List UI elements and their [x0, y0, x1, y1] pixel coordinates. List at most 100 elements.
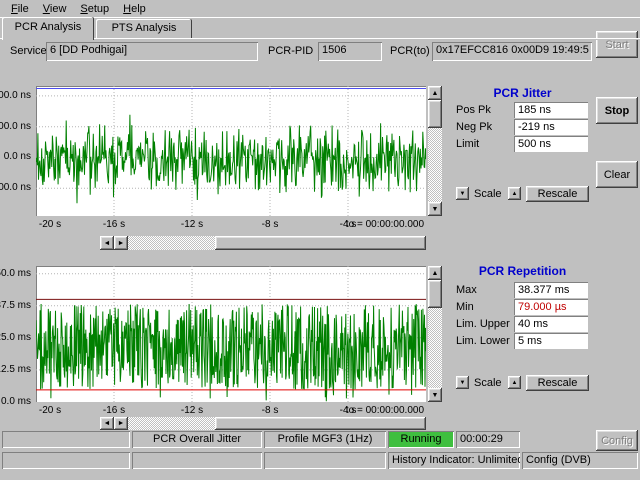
pcr-repetition-chart[interactable]: [36, 266, 426, 402]
x-axis-reference-time: to = 00:00:00.000: [346, 405, 424, 416]
menu-help[interactable]: Help: [116, 2, 153, 16]
max-row: Max 38.377 ms: [452, 282, 593, 298]
down-arrow-icon: ▼: [432, 206, 439, 213]
right-arrow-icon: ►: [118, 420, 125, 427]
repetition-y-axis-labels: 50.0 ms37.5 ms25.0 ms12.5 ms0.0 ms: [0, 266, 34, 402]
pos-pk-label: Pos Pk: [456, 104, 491, 116]
scrollbar-thumb[interactable]: [215, 417, 426, 430]
status-cell-empty: [2, 431, 130, 448]
footer-cell-empty: [132, 452, 262, 469]
x-axis-reference-time: to = 00:00:00.000: [346, 219, 424, 230]
x-tick-label: -12 s: [175, 405, 209, 416]
y-tick-label: -100.0 ns: [0, 182, 31, 194]
scroll-down-button[interactable]: ▼: [428, 388, 442, 402]
status-running-badge: Running: [388, 431, 454, 448]
tab-panel-edge: [0, 38, 640, 40]
scale-increase-button[interactable]: ▲: [508, 187, 521, 200]
pos-pk-row: Pos Pk 185 ns: [452, 102, 593, 118]
min-label: Min: [456, 301, 474, 313]
max-label: Max: [456, 284, 477, 296]
footer-cell-empty: [264, 452, 386, 469]
x-tick-label: -20 s: [33, 405, 67, 416]
menu-bar: File View Setup Help: [0, 0, 640, 18]
scroll-right-button[interactable]: ►: [114, 236, 128, 250]
scrollbar-thumb[interactable]: [215, 236, 426, 250]
scale-increase-button[interactable]: ▲: [508, 376, 521, 389]
min-value: 79.000 µs: [514, 299, 588, 315]
stop-button[interactable]: Stop: [596, 97, 638, 124]
scale-decrease-button[interactable]: ▼: [456, 376, 469, 389]
x-tick-label: -12 s: [175, 219, 209, 230]
limit-label: Limit: [456, 138, 479, 150]
pcr-jitter-chart[interactable]: [36, 86, 426, 216]
start-button[interactable]: Start: [596, 31, 638, 58]
neg-pk-value: -219 ns: [514, 119, 588, 135]
jitter-vertical-scrollbar[interactable]: ▲ ▼: [428, 86, 442, 216]
x-tick-label: -16 s: [97, 405, 131, 416]
pcr-jitter-panel: PCR Jitter Pos Pk 185 ns Neg Pk -219 ns …: [452, 84, 593, 256]
pcr-repetition-panel-title: PCR Repetition: [452, 264, 593, 278]
max-value: 38.377 ms: [514, 282, 588, 298]
y-tick-label: 200.0 ns: [0, 90, 31, 102]
y-tick-label: 100.0 ns: [0, 121, 31, 133]
jitter-scale-controls: ▼ Scale ▲ Rescale: [452, 186, 593, 203]
scrollbar-thumb[interactable]: [428, 100, 442, 128]
repetition-x-axis-labels: -20 s-16 s-12 s-8 s-4 sto = 00:00:00.000: [36, 405, 426, 417]
pos-pk-value: 185 ns: [514, 102, 588, 118]
lim-lower-value[interactable]: 5 ms: [514, 333, 588, 349]
service-label: Service: [10, 45, 47, 57]
jitter-x-axis-labels: -20 s-16 s-12 s-8 s-4 sto = 00:00:00.000: [36, 219, 426, 231]
footer-config-standard: Config (DVB): [522, 452, 638, 469]
jitter-horizontal-scrollbar[interactable]: ◄ ►: [100, 236, 426, 250]
scale-up-icon: ▲: [512, 191, 518, 197]
scroll-left-button[interactable]: ◄: [100, 236, 114, 250]
scale-decrease-button[interactable]: ▼: [456, 187, 469, 200]
limit-value[interactable]: 500 ns: [514, 136, 588, 152]
tab-pcr-analysis[interactable]: PCR Analysis: [2, 17, 94, 40]
right-arrow-icon: ►: [118, 240, 125, 247]
up-arrow-icon: ▲: [432, 90, 439, 97]
scale-label: Scale: [474, 188, 502, 200]
status-profile: Profile MGF3 (1Hz): [264, 431, 386, 448]
scrollbar-thumb[interactable]: [428, 280, 442, 308]
menu-file[interactable]: File: [4, 2, 36, 16]
up-arrow-icon: ▲: [432, 270, 439, 277]
scale-down-icon: ▼: [460, 191, 466, 197]
lim-lower-label: Lim. Lower: [456, 335, 510, 347]
repetition-vertical-scrollbar[interactable]: ▲ ▼: [428, 266, 442, 402]
down-arrow-icon: ▼: [432, 392, 439, 399]
jitter-y-axis-labels: 200.0 ns 100.0 ns 0.0 ns -100.0 ns: [0, 86, 34, 216]
pcr-repetition-panel: PCR Repetition Max 38.377 ms Min 79.000 …: [452, 262, 593, 402]
clear-button[interactable]: Clear: [596, 161, 638, 188]
menu-view[interactable]: View: [36, 2, 74, 16]
scroll-right-button[interactable]: ►: [114, 417, 128, 430]
y-tick-label: 50.0 ms: [0, 268, 31, 280]
footer-history-indicator: History Indicator: Unlimited: [388, 452, 520, 469]
tab-pts-analysis[interactable]: PTS Analysis: [96, 19, 192, 38]
y-tick-label: 25.0 ms: [0, 332, 31, 344]
scroll-up-button[interactable]: ▲: [428, 86, 442, 100]
y-tick-label: 0.0 ms: [1, 396, 31, 408]
left-arrow-icon: ◄: [104, 240, 111, 247]
scroll-down-button[interactable]: ▼: [428, 202, 442, 216]
y-tick-label: 37.5 ms: [0, 300, 31, 312]
pcr-pid-label: PCR-PID: [268, 45, 313, 57]
y-tick-label: 0.0 ns: [4, 151, 31, 163]
scroll-left-button[interactable]: ◄: [100, 417, 114, 430]
service-value-field[interactable]: 6 [DD Podhigai]: [46, 42, 258, 61]
rescale-button[interactable]: Rescale: [526, 186, 589, 202]
limit-row: Limit 500 ns: [452, 136, 593, 152]
menu-setup[interactable]: Setup: [73, 2, 116, 16]
scale-up-icon: ▲: [512, 380, 518, 386]
rescale-button[interactable]: Rescale: [526, 375, 589, 391]
status-overall-jitter: PCR Overall Jitter: [132, 431, 262, 448]
lim-upper-value[interactable]: 40 ms: [514, 316, 588, 332]
x-tick-label: -16 s: [97, 219, 131, 230]
scroll-up-button[interactable]: ▲: [428, 266, 442, 280]
config-button[interactable]: Config: [596, 430, 638, 451]
repetition-horizontal-scrollbar[interactable]: ◄ ►: [100, 417, 426, 430]
lim-lower-row: Lim. Lower 5 ms: [452, 333, 593, 349]
y-tick-label: 12.5 ms: [0, 364, 31, 376]
app-window: File View Setup Help PCR Analysis PTS An…: [0, 0, 640, 480]
lim-upper-label: Lim. Upper: [456, 318, 510, 330]
